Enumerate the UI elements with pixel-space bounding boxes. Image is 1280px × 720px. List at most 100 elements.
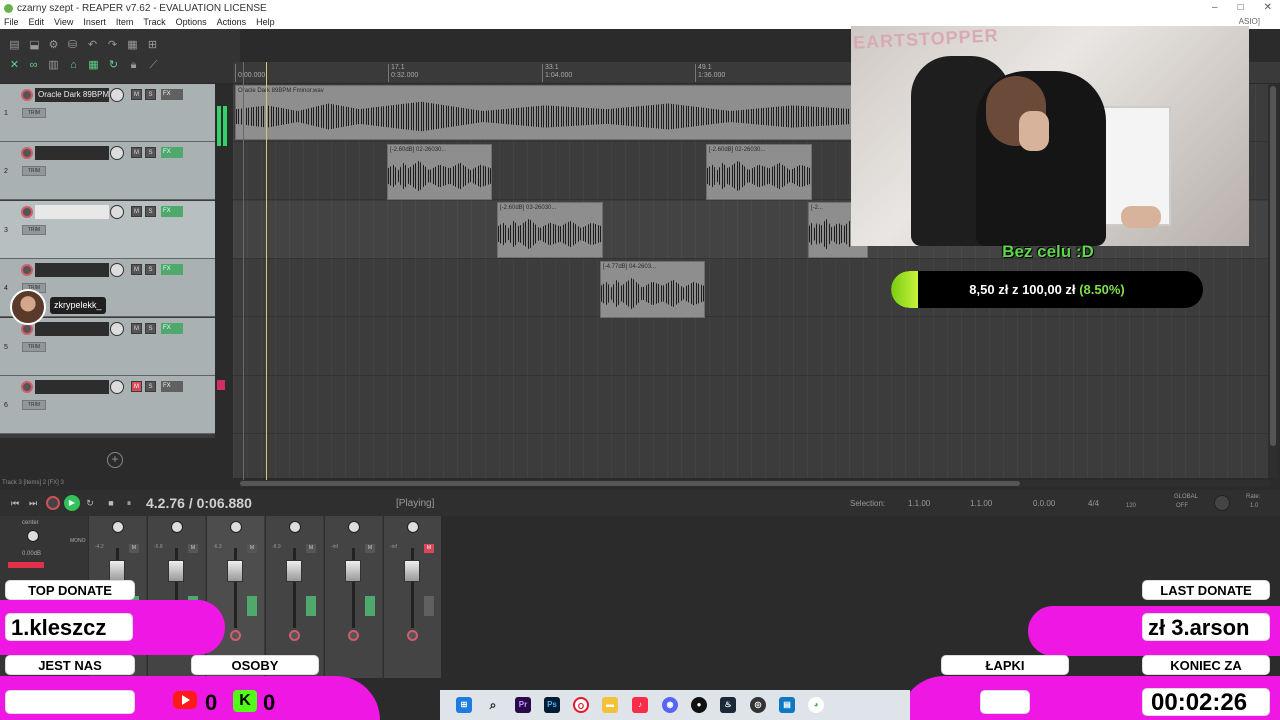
rate-value[interactable]: 1.0 — [1250, 503, 1258, 509]
track-header[interactable]: 5 M S FX TRIM — [0, 318, 215, 376]
volume-fader[interactable] — [227, 560, 243, 582]
solo-button[interactable]: S — [145, 264, 156, 275]
open-project-icon[interactable]: ▤ — [8, 39, 21, 52]
fx-button[interactable]: FX — [161, 206, 183, 217]
close-button[interactable]: ✕ — [1264, 0, 1272, 16]
fx-slot[interactable] — [365, 596, 375, 616]
pan-knob[interactable] — [289, 521, 301, 533]
mute-button[interactable]: M — [306, 544, 316, 553]
chrome-icon[interactable]: ◕ — [808, 697, 824, 713]
discord-icon[interactable]: ◉ — [662, 697, 678, 713]
stop-icon[interactable]: ■ — [104, 496, 118, 510]
rate-knob[interactable] — [1214, 495, 1230, 511]
record-arm-button[interactable] — [289, 630, 300, 641]
selection-end[interactable]: 1.1.00 — [970, 499, 992, 508]
menu-item[interactable]: Item — [116, 16, 134, 29]
menu-options[interactable]: Options — [176, 16, 207, 29]
mute-button[interactable]: M — [131, 381, 142, 392]
render-icon[interactable]: ⛁ — [66, 39, 79, 52]
track-header[interactable]: 3 M S FX TRIM — [0, 201, 215, 259]
global-state[interactable]: OFF — [1176, 503, 1188, 509]
track-header[interactable]: 2 M S FX TRIM — [0, 142, 215, 200]
record-arm-button[interactable] — [21, 206, 33, 218]
record-button[interactable] — [46, 496, 60, 510]
loop-icon[interactable]: ↻ — [107, 59, 120, 72]
pan-knob[interactable] — [407, 521, 419, 533]
volume-knob[interactable] — [110, 322, 124, 336]
minimize-button[interactable]: – — [1212, 0, 1218, 16]
volume-knob[interactable] — [110, 146, 124, 160]
media-item[interactable]: [-4.77dB] 04-2603... — [600, 261, 705, 318]
trim-envelope-button[interactable]: TRIM — [22, 400, 46, 410]
vertical-scrollbar[interactable] — [1268, 84, 1278, 478]
trim-envelope-button[interactable]: TRIM — [22, 342, 46, 352]
fx-button[interactable]: FX — [161, 381, 183, 392]
mute-button[interactable]: M — [131, 89, 142, 100]
ripple-edit-icon[interactable]: ✕ — [8, 59, 21, 72]
grid-icon[interactable]: ⊞ — [146, 39, 159, 52]
snap-icon[interactable]: ⌂ — [67, 59, 80, 72]
add-track-icon[interactable]: + — [107, 452, 123, 468]
mute-button[interactable]: M — [131, 323, 142, 334]
reaper-taskbar-icon[interactable]: ◎ — [750, 697, 766, 713]
pause-icon[interactable]: ⏸ — [122, 496, 136, 510]
solo-button[interactable]: S — [145, 89, 156, 100]
mute-button[interactable]: M — [188, 544, 198, 553]
record-arm-button[interactable] — [21, 89, 33, 101]
volume-fader[interactable] — [404, 560, 420, 582]
pan-knob[interactable] — [171, 521, 183, 533]
play-button[interactable]: ▶ — [64, 495, 80, 511]
steam-icon[interactable]: ♨ — [720, 697, 736, 713]
mono-toggle[interactable]: MONO — [70, 538, 86, 544]
volume-fader[interactable] — [286, 560, 302, 582]
fx-button[interactable]: FX — [161, 264, 183, 275]
track-name[interactable] — [35, 205, 109, 219]
maximize-button[interactable]: □ — [1238, 0, 1244, 16]
media-item[interactable]: [-2.60dB] 02-26030... — [387, 144, 492, 200]
record-arm-button[interactable] — [230, 630, 241, 641]
track-name[interactable]: Oracle Dark 89BPM — [35, 88, 109, 102]
selection-length[interactable]: 0.0.00 — [1033, 499, 1055, 508]
redo-icon[interactable]: ↷ — [106, 39, 119, 52]
menu-file[interactable]: File — [4, 16, 19, 29]
loop-toggle-icon[interactable]: ↻ — [83, 496, 97, 510]
trim-envelope-button[interactable]: TRIM — [22, 166, 46, 176]
mute-button[interactable]: M — [365, 544, 375, 553]
link-icon[interactable]: ∞ — [27, 59, 40, 72]
track-header[interactable]: 6 M S FX TRIM — [0, 376, 215, 434]
fx-button[interactable]: FX — [161, 323, 183, 334]
grid-lines-icon[interactable]: ▥ — [47, 59, 60, 72]
trim-envelope-button[interactable]: TRIM — [22, 108, 46, 118]
mute-button[interactable]: M — [131, 264, 142, 275]
record-arm-button[interactable] — [21, 381, 33, 393]
premiere-icon[interactable]: Pr — [515, 697, 531, 713]
grid-toggle-icon[interactable]: ▦ — [87, 59, 100, 72]
opera-icon[interactable]: O — [573, 697, 589, 713]
fx-slot[interactable] — [247, 596, 257, 616]
volume-knob[interactable] — [110, 205, 124, 219]
solo-button[interactable]: S — [145, 206, 156, 217]
project-settings-icon[interactable]: ⚙ — [47, 39, 60, 52]
menu-view[interactable]: View — [54, 16, 73, 29]
solo-button[interactable]: S — [145, 323, 156, 334]
track-name[interactable] — [35, 146, 109, 160]
music-icon[interactable]: ♪ — [632, 697, 648, 713]
mute-button[interactable]: M — [247, 544, 257, 553]
master-pan-knob[interactable] — [27, 530, 39, 542]
selection-start[interactable]: 1.1.00 — [908, 499, 930, 508]
undo-icon[interactable]: ↶ — [86, 39, 99, 52]
volume-fader[interactable] — [168, 560, 184, 582]
mute-button[interactable]: M — [424, 544, 434, 553]
bpm-value[interactable]: 120 — [1126, 503, 1136, 509]
trim-envelope-button[interactable]: TRIM — [22, 225, 46, 235]
fx-slot[interactable] — [306, 596, 316, 616]
metronome-icon[interactable]: ▦ — [126, 39, 139, 52]
track-name[interactable] — [35, 322, 109, 336]
file-explorer-icon[interactable]: ▬ — [602, 697, 618, 713]
track-header[interactable]: 1 Oracle Dark 89BPM M S FX TRIM — [0, 84, 215, 142]
media-item[interactable]: Oracle Dark 89BPM Fminor.wav — [235, 85, 855, 140]
scroll-thumb[interactable] — [240, 481, 1020, 486]
record-arm-button[interactable] — [21, 147, 33, 159]
lock-icon[interactable]: 🔒︎ — [127, 59, 140, 72]
horizontal-scrollbar[interactable] — [240, 480, 1270, 487]
